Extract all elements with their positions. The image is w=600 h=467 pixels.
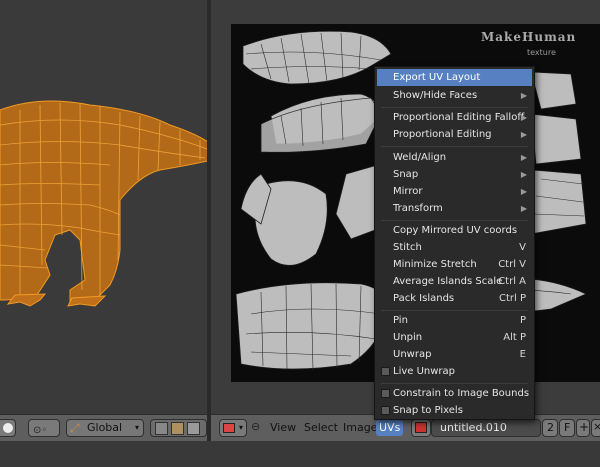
menu-item-label: Minimize Stretch (393, 259, 477, 270)
viewport-header: ⊙◦ ⤢ Global ▾ (0, 414, 207, 441)
menu-separator (381, 146, 528, 147)
image-name-field[interactable]: untitled.010 (431, 419, 541, 437)
watermark-subtitle: texture (527, 48, 556, 57)
menu-item-unwrap[interactable]: Unwrap E (377, 346, 532, 363)
menu-item-snap-to-pixels[interactable]: Snap to Pixels (377, 402, 532, 419)
chevron-down-icon: ▾ (238, 423, 243, 432)
menu-item-pack-islands[interactable]: Pack Islands Ctrl P (377, 290, 532, 307)
submenu-arrow-icon: ▶ (520, 91, 527, 100)
menu-item-shortcut: E (519, 349, 526, 360)
menu-uvs[interactable]: UVs (376, 420, 404, 436)
menu-item-shortcut: P (519, 315, 526, 326)
dinosaur-model (0, 100, 207, 307)
layer-buttons[interactable] (150, 419, 207, 437)
menu-item-label: Unpin (393, 332, 423, 343)
status-area (0, 441, 600, 467)
cube-wire-icon (187, 422, 200, 435)
menu-item-shortcut: Ctrl P (498, 293, 526, 304)
fake-user-label: F (564, 421, 571, 434)
menu-item-shortcut: Ctrl V (498, 259, 526, 270)
submenu-arrow-icon: ▶ (520, 204, 527, 213)
menu-item-label: Show/Hide Faces (393, 90, 478, 101)
menu-item-label: Proportional Editing Falloff (393, 112, 525, 123)
menu-item-mirror[interactable]: Mirror ▶ (377, 183, 532, 200)
menu-item-stitch[interactable]: Stitch V (377, 239, 532, 256)
menu-item-label: Stitch (393, 242, 422, 253)
menu-item-label: Pack Islands (393, 293, 455, 304)
menu-item-label: Snap to Pixels (393, 405, 463, 416)
menu-item-label: Live Unwrap (393, 366, 456, 377)
users-count-button[interactable]: 2 (542, 419, 558, 437)
uvs-menu: Export UV Layout Show/Hide Faces ▶ Propo… (374, 66, 535, 420)
close-icon: × (593, 420, 600, 433)
menu-item-label: Snap (393, 169, 419, 180)
checkbox-constrain-to-image-bounds[interactable] (381, 389, 390, 398)
menu-item-copy-mirrored-uv-coords[interactable]: Copy Mirrored UV coords (377, 222, 532, 239)
fake-user-button[interactable]: F (559, 419, 575, 437)
menu-item-unpin[interactable]: Unpin Alt P (377, 329, 532, 346)
new-image-button[interactable]: + (576, 419, 590, 437)
menu-separator (381, 310, 528, 311)
watermark-title: MakeHuman (481, 30, 577, 44)
menu-select[interactable]: Select (301, 420, 341, 436)
cube-icon (155, 422, 168, 435)
menu-item-live-unwrap[interactable]: Live Unwrap (377, 363, 532, 380)
pivot-dropdown[interactable]: ⊙◦ (28, 419, 60, 437)
image-icon (415, 422, 427, 433)
submenu-arrow-icon: ▶ (520, 187, 527, 196)
menu-item-shortcut: V (519, 242, 526, 253)
menu-item-export-uv-layout[interactable]: Export UV Layout (377, 69, 532, 86)
menu-item-snap[interactable]: Snap ▶ (377, 166, 532, 183)
menu-item-weld-align[interactable]: Weld/Align ▶ (377, 149, 532, 166)
menu-item-shortcut: Ctrl A (498, 276, 526, 287)
plus-icon: + (579, 420, 590, 434)
menu-item-label: Constrain to Image Bounds (393, 388, 530, 399)
menu-separator (381, 383, 528, 384)
menu-item-label: Mirror (393, 186, 423, 197)
menu-item-transform[interactable]: Transform ▶ (377, 200, 532, 217)
menu-item-label: Copy Mirrored UV coords (393, 225, 518, 236)
editor-type-dropdown[interactable]: ▾ (219, 419, 247, 437)
submenu-arrow-icon: ▶ (520, 130, 527, 139)
menu-item-label: Pin (393, 315, 408, 326)
menu-item-minimize-stretch[interactable]: Minimize Stretch Ctrl V (377, 256, 532, 273)
image-editor-icon (223, 423, 235, 433)
menu-image[interactable]: Image (340, 420, 380, 436)
pivot-icon: ⊙◦ (33, 425, 48, 436)
cube-solid-icon (171, 422, 184, 435)
3d-viewport[interactable] (0, 0, 207, 414)
menu-view[interactable]: View (267, 420, 299, 436)
menu-separator (381, 220, 528, 221)
shading-dropdown[interactable] (0, 419, 16, 437)
users-count: 2 (547, 421, 554, 434)
menu-separator (381, 107, 528, 108)
menu-item-proportional-editing-falloff[interactable]: Proportional Editing Falloff ▶ (377, 109, 532, 126)
menu-item-label: Export UV Layout (393, 72, 481, 83)
checkbox-snap-to-pixels[interactable] (381, 406, 390, 415)
menu-item-constrain-to-image-bounds[interactable]: Constrain to Image Bounds (377, 385, 532, 402)
unlink-image-button[interactable]: × (591, 419, 600, 437)
menu-item-label: Unwrap (393, 349, 432, 360)
orientation-value: Global (87, 421, 123, 434)
submenu-arrow-icon: ▶ (520, 153, 527, 162)
collapse-menu-icon[interactable]: ⊖ (251, 420, 260, 433)
image-browse-button[interactable] (411, 419, 431, 437)
chevron-down-icon: ▾ (134, 423, 139, 432)
menu-item-label: Proportional Editing (393, 129, 492, 140)
menu-item-label: Weld/Align (393, 152, 447, 163)
submenu-arrow-icon: ▶ (520, 113, 527, 122)
image-name-value: untitled.010 (440, 421, 507, 434)
menu-item-show-hide-faces[interactable]: Show/Hide Faces ▶ (377, 87, 532, 104)
menu-item-proportional-editing[interactable]: Proportional Editing ▶ (377, 126, 532, 143)
menu-item-label: Transform (393, 203, 443, 214)
shading-sphere-icon (3, 423, 13, 433)
submenu-arrow-icon: ▶ (520, 170, 527, 179)
orientation-axes-icon: ⤢ (70, 421, 80, 435)
orientation-dropdown[interactable]: ⤢ Global ▾ (66, 419, 144, 437)
menu-item-average-islands-scale[interactable]: Average Islands Scale Ctrl A (377, 273, 532, 290)
menu-item-shortcut: Alt P (503, 332, 526, 343)
menu-item-pin[interactable]: Pin P (377, 312, 532, 329)
menu-item-label: Average Islands Scale (393, 276, 503, 287)
checkbox-live-unwrap[interactable] (381, 367, 390, 376)
